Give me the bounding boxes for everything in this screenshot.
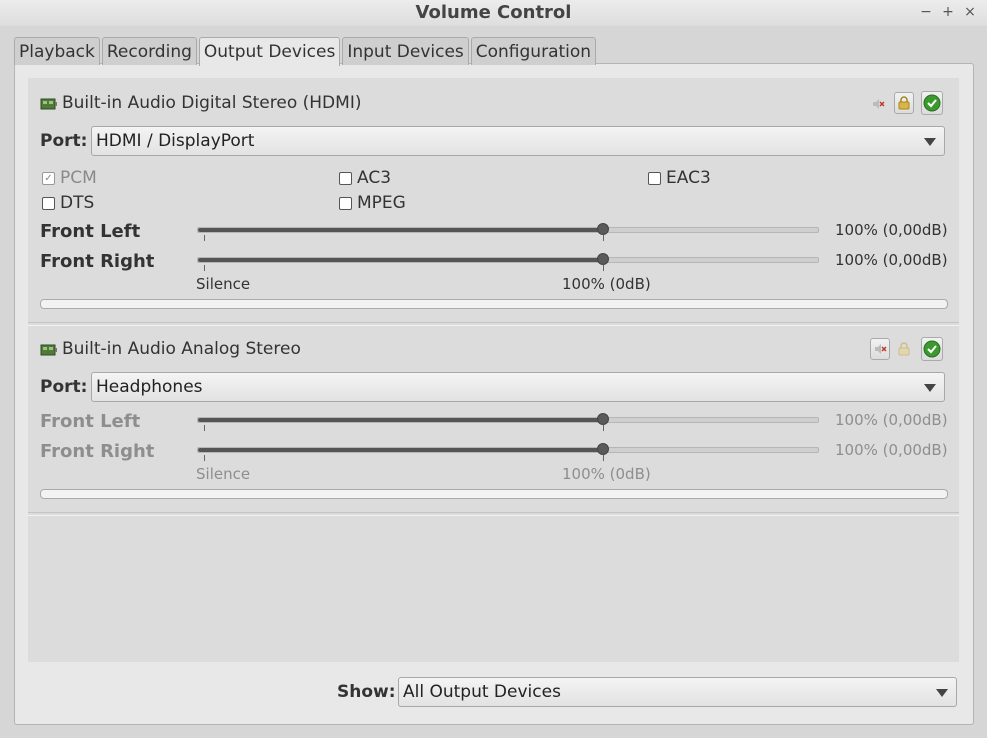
tab-bar: Playback Recording Output Devices Input … (14, 37, 597, 66)
device-name: Built-in Audio Digital Stereo (HDMI) (62, 93, 362, 113)
close-button[interactable]: × (963, 4, 977, 20)
volume-readout: 100% (0,00dB) (835, 411, 948, 429)
slider-handle[interactable] (597, 413, 609, 425)
device-panel-analog: Built-in Audio Analog Stereo Port: Headp… (28, 324, 959, 512)
tab-output-devices[interactable]: Output Devices (198, 37, 341, 66)
check-default-icon (923, 340, 941, 358)
volume-readout: 100% (0,00dB) (835, 441, 948, 459)
maximize-button[interactable]: + (941, 4, 955, 20)
format-label: PCM (60, 168, 97, 188)
port-select[interactable]: Headphones (91, 372, 945, 402)
device-name: Built-in Audio Analog Stereo (62, 339, 301, 359)
mute-toggle[interactable] (870, 338, 890, 360)
tick-mark (204, 425, 205, 431)
device-panel-hdmi: Built-in Audio Digital Stereo (HDMI) Por… (28, 78, 959, 322)
port-select[interactable]: HDMI / DisplayPort (91, 126, 945, 156)
separator (28, 512, 959, 516)
format-label: MPEG (357, 193, 406, 213)
slider-handle[interactable] (597, 223, 609, 235)
slider-handle[interactable] (597, 443, 609, 455)
tab-configuration[interactable]: Configuration (470, 37, 597, 65)
tab-playback[interactable]: Playback (14, 37, 100, 65)
lock-icon (898, 342, 910, 356)
speaker-muted-icon (875, 344, 887, 354)
dropdown-arrow-icon (936, 689, 948, 697)
lock-icon (898, 96, 910, 110)
show-filter-select[interactable]: All Output Devices (398, 677, 957, 707)
device-header: Built-in Audio Analog Stereo (40, 339, 301, 359)
checkbox-icon (648, 171, 661, 185)
minimize-button[interactable]: − (919, 4, 933, 20)
scale-mid-label: 100% (0dB) (562, 275, 651, 293)
tab-recording[interactable]: Recording (101, 37, 197, 65)
dropdown-arrow-icon (924, 384, 936, 392)
format-dts-checkbox[interactable]: DTS (42, 193, 94, 213)
mute-toggle[interactable] (868, 93, 888, 115)
device-header: Built-in Audio Digital Stereo (HDMI) (40, 93, 361, 113)
volume-readout: 100% (0,00dB) (835, 221, 948, 239)
slider-fill (198, 448, 603, 452)
scale-min-label: Silence (196, 275, 251, 293)
title-bar[interactable]: Volume Control − + × (0, 0, 987, 26)
tick-mark (204, 235, 205, 241)
tick-mark (603, 425, 604, 431)
sound-card-icon (40, 342, 57, 356)
format-label: DTS (60, 193, 95, 213)
peak-meter (40, 489, 948, 499)
show-filter-value: All Output Devices (403, 682, 561, 702)
dropdown-arrow-icon (924, 138, 936, 146)
lock-channels-button[interactable] (894, 338, 914, 360)
checkbox-icon (339, 196, 352, 210)
format-label: AC3 (357, 168, 392, 188)
scale-mid-label: 100% (0dB) (562, 465, 651, 483)
scale-min-label: Silence (196, 465, 251, 483)
checkbox-checked-icon: ✓ (42, 171, 55, 185)
tick-mark (603, 235, 604, 241)
speaker-muted-icon (873, 99, 885, 109)
channel-label-front-left: Front Left (40, 221, 141, 242)
format-label: EAC3 (666, 168, 711, 188)
volume-readout: 100% (0,00dB) (835, 251, 948, 269)
format-mpeg-checkbox[interactable]: MPEG (339, 193, 406, 213)
slider-handle[interactable] (597, 253, 609, 265)
channel-label-front-right: Front Right (40, 251, 155, 272)
lock-channels-button[interactable] (894, 92, 914, 114)
checkbox-icon (42, 196, 55, 210)
peak-meter (40, 299, 948, 309)
tick-mark (603, 455, 604, 461)
tick-mark (204, 455, 205, 461)
show-label: Show: (337, 682, 396, 702)
port-label: Port: (40, 377, 88, 397)
format-ac3-checkbox[interactable]: AC3 (339, 168, 391, 188)
format-pcm-checkbox[interactable]: ✓ PCM (42, 168, 97, 188)
tick-mark (204, 265, 205, 271)
sound-card-icon (40, 96, 57, 110)
tab-input-devices[interactable]: Input Devices (342, 37, 469, 65)
channel-label-front-left: Front Left (40, 411, 141, 432)
format-eac3-checkbox[interactable]: EAC3 (648, 168, 711, 188)
tick-mark (603, 265, 604, 271)
slider-fill (198, 228, 603, 232)
window-title: Volume Control (415, 2, 572, 23)
port-label: Port: (40, 131, 88, 151)
slider-fill (198, 258, 603, 262)
port-value: Headphones (96, 377, 203, 397)
check-default-icon (923, 94, 941, 112)
set-default-button[interactable] (921, 337, 943, 361)
channel-label-front-right: Front Right (40, 441, 155, 462)
set-default-button[interactable] (921, 91, 943, 115)
port-value: HDMI / DisplayPort (96, 131, 255, 151)
slider-fill (198, 418, 603, 422)
checkbox-icon (339, 171, 352, 185)
